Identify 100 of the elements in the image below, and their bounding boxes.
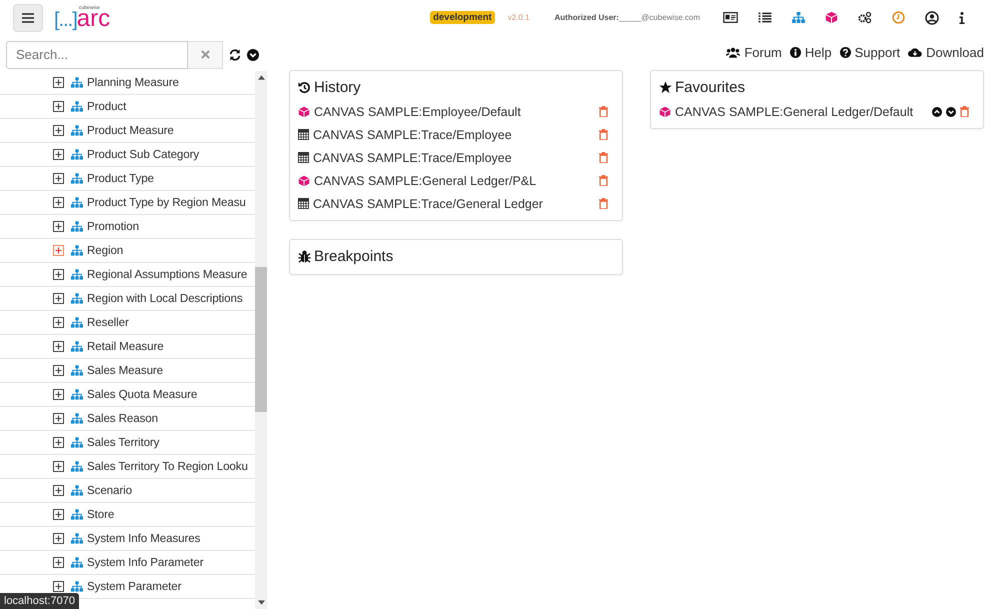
hierarchy-icon[interactable] (792, 12, 805, 23)
tree-item[interactable]: Regional Assumptions Measure (0, 263, 255, 287)
tree-item[interactable]: System Info Parameter (0, 551, 255, 575)
environment-badge: development (430, 11, 495, 24)
scrollbar[interactable] (255, 71, 267, 609)
expand-icon[interactable] (53, 269, 64, 280)
menu-button[interactable] (13, 4, 43, 32)
expand-icon[interactable] (53, 341, 64, 352)
tree-item[interactable]: Store (0, 503, 255, 527)
nav-link[interactable]: Support (840, 44, 900, 60)
trash-icon[interactable] (599, 152, 608, 163)
tree-item[interactable]: Sales Quota Measure (0, 383, 255, 407)
hierarchy-icon (71, 269, 83, 280)
tree-item[interactable]: Product Sub Category (0, 143, 255, 167)
hierarchy-icon (71, 173, 83, 184)
expand-icon[interactable] (53, 533, 64, 544)
expand-icon[interactable] (53, 149, 64, 160)
tree-item[interactable]: Product Type by Region Measu (0, 191, 255, 215)
hierarchy-icon (71, 77, 83, 88)
tree-item[interactable]: Region with Local Descriptions (0, 287, 255, 311)
expand-icon[interactable] (53, 245, 64, 256)
tree-item[interactable]: System Info Measures (0, 527, 255, 551)
hierarchy-icon (71, 437, 83, 448)
cube-icon (825, 11, 838, 24)
scroll-up-icon[interactable] (258, 75, 264, 80)
trash-icon[interactable] (599, 106, 608, 117)
expand-icon[interactable] (53, 485, 64, 496)
expand-icon[interactable] (53, 221, 64, 232)
trash-icon[interactable] (599, 175, 608, 186)
expand-icon[interactable] (53, 461, 64, 472)
user-icon[interactable] (925, 10, 939, 24)
tree-item[interactable]: Sales Reason (0, 407, 255, 431)
search-field[interactable]: Search... (6, 40, 188, 68)
tree-item[interactable]: Promotion (0, 215, 255, 239)
expand-icon[interactable] (53, 173, 64, 184)
expand-icon[interactable] (53, 125, 64, 136)
table-icon (298, 198, 309, 209)
expand-icon[interactable] (53, 557, 64, 568)
clock-icon[interactable] (892, 11, 905, 24)
expand-icon[interactable] (53, 365, 64, 376)
move-down-icon[interactable] (946, 106, 956, 116)
hierarchy-icon (71, 557, 83, 568)
hierarchy-icon (71, 197, 83, 208)
nav-link[interactable]: Forum (726, 44, 782, 60)
tree-item[interactable]: Reseller (0, 311, 255, 335)
chevron-down-circle-icon[interactable] (247, 48, 259, 60)
hierarchy-icon (71, 317, 83, 328)
expand-icon[interactable] (53, 389, 64, 400)
history-link[interactable]: CANVAS SAMPLE:Trace/General Ledger (313, 196, 595, 210)
expand-icon[interactable] (53, 317, 64, 328)
history-link[interactable]: CANVAS SAMPLE:Trace/Employee (313, 150, 595, 164)
info-icon[interactable] (959, 12, 965, 24)
id-card-icon[interactable] (723, 12, 738, 23)
tree-item[interactable]: Product Type (0, 167, 255, 191)
trash-icon[interactable] (599, 198, 608, 209)
favourite-link[interactable]: CANVAS SAMPLE:General Ledger/Default (675, 104, 928, 118)
tree-item-label: Store (87, 508, 114, 521)
history-link[interactable]: CANVAS SAMPLE:General Ledger/P&L (314, 174, 595, 188)
star-icon (659, 80, 672, 94)
move-up-icon[interactable] (932, 106, 942, 116)
hierarchy-icon (71, 389, 83, 400)
hierarchy-icon (71, 461, 83, 472)
hierarchy-icon (71, 293, 83, 304)
cloud-download-icon (908, 47, 922, 57)
expand-icon[interactable] (53, 509, 64, 520)
hierarchy-icon (71, 533, 83, 544)
tree-item-label: Sales Territory To Region Looku (87, 460, 248, 473)
expand-icon[interactable] (53, 293, 64, 304)
expand-icon[interactable] (53, 437, 64, 448)
nav-link[interactable]: Help (790, 44, 832, 60)
users-icon (726, 46, 740, 58)
tree-item[interactable]: Product (0, 95, 255, 119)
tree-item[interactable]: Sales Measure (0, 359, 255, 383)
tree-item[interactable]: Sales Territory (0, 431, 255, 455)
tree-item[interactable]: Sales Territory To Region Looku (0, 455, 255, 479)
tree-item-label: Scenario (87, 484, 132, 497)
expand-icon[interactable] (53, 581, 64, 592)
refresh-icon[interactable] (229, 48, 241, 60)
hierarchy-icon (71, 365, 83, 376)
history-link[interactable]: CANVAS SAMPLE:Trace/Employee (313, 128, 595, 142)
tree-item-label: Product Type by Region Measu (87, 196, 246, 209)
nav-link[interactable]: Download (908, 44, 984, 60)
tree-item[interactable]: Scenario (0, 479, 255, 503)
expand-icon[interactable] (53, 413, 64, 424)
tree-item[interactable]: Planning Measure (0, 71, 255, 95)
clear-button[interactable] (188, 40, 223, 68)
hierarchy-icon (71, 125, 83, 136)
history-link[interactable]: CANVAS SAMPLE:Employee/Default (314, 104, 595, 118)
gears-icon[interactable] (858, 11, 872, 24)
scroll-down-icon[interactable] (258, 600, 264, 605)
trash-icon[interactable] (599, 129, 608, 140)
expand-icon[interactable] (53, 77, 64, 88)
list-icon[interactable] (758, 12, 772, 23)
tree-item[interactable]: Product Measure (0, 119, 255, 143)
expand-icon[interactable] (53, 197, 64, 208)
expand-icon[interactable] (53, 101, 64, 112)
tree-item-label: Product Type (87, 172, 154, 185)
tree-item[interactable]: Retail Measure (0, 335, 255, 359)
history-icon (298, 80, 311, 94)
tree-item[interactable]: Region (0, 239, 255, 263)
